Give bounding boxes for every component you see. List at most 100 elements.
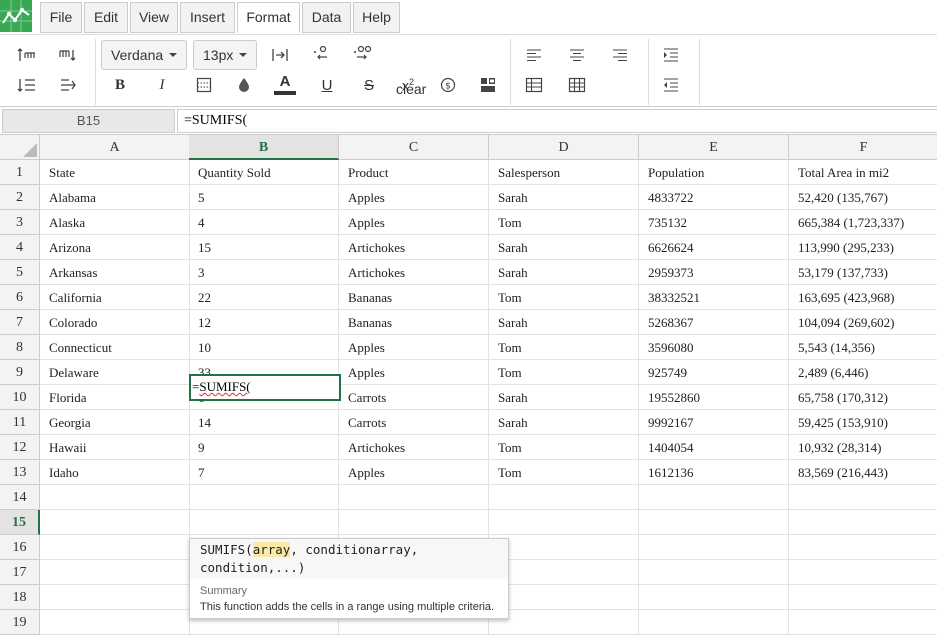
row-header[interactable]: 18	[0, 585, 40, 610]
cell-e19[interactable]	[639, 610, 789, 635]
menu-file[interactable]: File	[40, 2, 82, 33]
cell-a4[interactable]: Arizona	[40, 235, 190, 260]
table-icon[interactable]	[520, 72, 548, 98]
cell-d14[interactable]	[489, 485, 639, 510]
cell-b15[interactable]	[189, 510, 339, 535]
cell-a9[interactable]: Delaware	[40, 360, 190, 385]
row-header[interactable]: 8	[0, 335, 40, 360]
cell-f4[interactable]: 113,990 (295,233)	[789, 235, 937, 260]
cell-editor[interactable]: =SUMIFS(	[189, 374, 341, 401]
menu-format[interactable]: Format	[237, 2, 300, 33]
cell-c8[interactable]: Apples	[339, 335, 489, 360]
cell-a18[interactable]	[40, 585, 190, 610]
cell-c1[interactable]: Product	[339, 160, 489, 185]
cell-e7[interactable]: 5268367	[639, 310, 789, 335]
cell-d18[interactable]	[489, 585, 639, 610]
cell-b5[interactable]: 3	[189, 260, 339, 285]
cell-a1[interactable]: State	[40, 160, 190, 185]
formula-input[interactable]: =SUMIFS(	[177, 109, 937, 133]
text-indent-icon[interactable]	[266, 42, 294, 68]
cell-e14[interactable]	[639, 485, 789, 510]
row-header[interactable]: 17	[0, 560, 40, 585]
row-header[interactable]: 7	[0, 310, 40, 335]
cell-a13[interactable]: Idaho	[40, 460, 190, 485]
underline-button[interactable]: U	[313, 72, 341, 98]
cell-b12[interactable]: 9	[189, 435, 339, 460]
cell-f3[interactable]: 665,384 (1,723,337)	[789, 210, 937, 235]
cell-c5[interactable]: Artichokes	[339, 260, 489, 285]
cell-f6[interactable]: 163,695 (423,968)	[789, 285, 937, 310]
cell-a14[interactable]	[40, 485, 190, 510]
fill-color-icon[interactable]	[230, 72, 258, 98]
cell-a12[interactable]: Hawaii	[40, 435, 190, 460]
italic-button[interactable]: I	[148, 72, 176, 98]
cell-c10[interactable]: Carrots	[339, 385, 489, 410]
cell-d13[interactable]: Tom	[489, 460, 639, 485]
bold-button[interactable]: B	[106, 72, 134, 98]
grid-lines-icon[interactable]	[563, 72, 591, 98]
cell-b4[interactable]: 15	[189, 235, 339, 260]
row-header[interactable]: 15	[0, 510, 40, 535]
increase-decimal-icon[interactable]	[348, 40, 376, 66]
cell-a6[interactable]: California	[40, 285, 190, 310]
column-header-c[interactable]: C	[339, 135, 489, 160]
currency-format-icon[interactable]: $	[434, 72, 462, 98]
cell-f16[interactable]	[789, 535, 937, 560]
cell-a8[interactable]: Connecticut	[40, 335, 190, 360]
cell-b11[interactable]: 14	[189, 410, 339, 435]
cell-d16[interactable]	[489, 535, 639, 560]
font-size-select[interactable]: 13px	[193, 40, 257, 70]
cell-d12[interactable]: Tom	[489, 435, 639, 460]
cell-c14[interactable]	[339, 485, 489, 510]
cell-e10[interactable]: 19552860	[639, 385, 789, 410]
cell-a3[interactable]: Alaska	[40, 210, 190, 235]
cell-d3[interactable]: Tom	[489, 210, 639, 235]
cell-a15[interactable]	[40, 510, 190, 535]
cell-e1[interactable]: Population	[639, 160, 789, 185]
cell-f9[interactable]: 2,489 (6,446)	[789, 360, 937, 385]
cell-f5[interactable]: 53,179 (137,733)	[789, 260, 937, 285]
row-header[interactable]: 10	[0, 385, 40, 410]
row-header[interactable]: 12	[0, 435, 40, 460]
align-right-icon[interactable]	[606, 42, 634, 68]
cell-e18[interactable]	[639, 585, 789, 610]
cell-f11[interactable]: 59,425 (153,910)	[789, 410, 937, 435]
row-header[interactable]: 5	[0, 260, 40, 285]
row-header[interactable]: 13	[0, 460, 40, 485]
cell-f18[interactable]	[789, 585, 937, 610]
cell-e6[interactable]: 38332521	[639, 285, 789, 310]
row-header[interactable]: 19	[0, 610, 40, 635]
cell-b2[interactable]: 5	[189, 185, 339, 210]
cell-d5[interactable]: Sarah	[489, 260, 639, 285]
row-header[interactable]: 14	[0, 485, 40, 510]
cell-a2[interactable]: Alabama	[40, 185, 190, 210]
cell-c3[interactable]: Apples	[339, 210, 489, 235]
delete-row-icon[interactable]	[12, 72, 40, 98]
cell-c6[interactable]: Bananas	[339, 285, 489, 310]
insert-row-above-icon[interactable]	[12, 42, 40, 68]
cell-c2[interactable]: Apples	[339, 185, 489, 210]
cell-c4[interactable]: Artichokes	[339, 235, 489, 260]
cell-b6[interactable]: 22	[189, 285, 339, 310]
cell-d6[interactable]: Tom	[489, 285, 639, 310]
superscript-button[interactable]: x2	[394, 72, 422, 98]
cell-b8[interactable]: 10	[189, 335, 339, 360]
cell-f10[interactable]: 65,758 (170,312)	[789, 385, 937, 410]
cell-d8[interactable]: Tom	[489, 335, 639, 360]
cell-f15[interactable]	[789, 510, 937, 535]
cell-d1[interactable]: Salesperson	[489, 160, 639, 185]
font-family-select[interactable]: Verdana	[101, 40, 187, 70]
function-signature[interactable]: SUMIFS(array, conditionarray, condition,…	[190, 539, 508, 579]
cell-f13[interactable]: 83,569 (216,443)	[789, 460, 937, 485]
column-header-f[interactable]: F	[789, 135, 937, 160]
cell-c11[interactable]: Carrots	[339, 410, 489, 435]
cell-d17[interactable]	[489, 560, 639, 585]
cell-e9[interactable]: 925749	[639, 360, 789, 385]
cell-c7[interactable]: Bananas	[339, 310, 489, 335]
cell-e17[interactable]	[639, 560, 789, 585]
cell-c12[interactable]: Artichokes	[339, 435, 489, 460]
cell-f17[interactable]	[789, 560, 937, 585]
strikethrough-button[interactable]: S	[355, 72, 383, 98]
cell-a10[interactable]: Florida	[40, 385, 190, 410]
cell-f7[interactable]: 104,094 (269,602)	[789, 310, 937, 335]
